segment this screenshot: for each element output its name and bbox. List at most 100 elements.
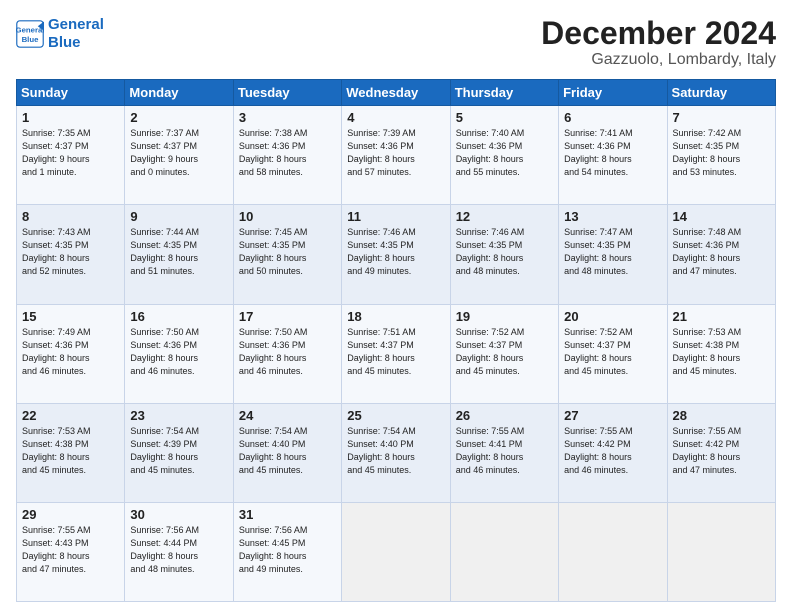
day-info: Sunrise: 7:42 AM Sunset: 4:35 PM Dayligh…	[673, 127, 771, 179]
day-cell: 22Sunrise: 7:53 AM Sunset: 4:38 PM Dayli…	[17, 403, 125, 502]
day-number: 7	[673, 110, 771, 125]
day-cell: 12 Sunrise: 7:46 AM Sunset: 4:35 PM Dayli…	[450, 205, 558, 304]
day-number: 21	[673, 309, 771, 324]
day-info: Sunrise: 7:55 AM Sunset: 4:42 PM Dayligh…	[673, 425, 771, 477]
day-number: 20	[564, 309, 662, 324]
day-number: 4	[347, 110, 445, 125]
header-tuesday: Tuesday	[233, 80, 341, 106]
day-info: Sunrise: 7:35 AM Sunset: 4:37 PM Dayligh…	[22, 127, 120, 179]
day-cell: 14Sunrise: 7:48 AM Sunset: 4:36 PM Dayli…	[667, 205, 775, 304]
day-cell: 2Sunrise: 7:37 AM Sunset: 4:37 PM Daylig…	[125, 106, 233, 205]
header-wednesday: Wednesday	[342, 80, 450, 106]
day-info: Sunrise: 7:52 AM Sunset: 4:37 PM Dayligh…	[456, 326, 554, 378]
day-cell: 16 Sunrise: 7:50 AM Sunset: 4:36 PM Dayli…	[125, 304, 233, 403]
day-info: Sunrise: 7:50 AM Sunset: 4:36 PM Dayligh…	[239, 326, 337, 378]
day-info: Sunrise: 7:45 AM Sunset: 4:35 PM Dayligh…	[239, 226, 337, 278]
header-saturday: Saturday	[667, 80, 775, 106]
header-monday: Monday	[125, 80, 233, 106]
day-info: Sunrise: 7:53 AM Sunset: 4:38 PM Dayligh…	[673, 326, 771, 378]
day-number: 24	[239, 408, 337, 423]
day-info: Sunrise: 7:55 AM Sunset: 4:41 PM Dayligh…	[456, 425, 554, 477]
day-cell: 1 Sunrise: 7:35 AM Sunset: 4:37 PM Daylig…	[17, 106, 125, 205]
week-row-2: 8 Sunrise: 7:43 AM Sunset: 4:35 PM Daylig…	[17, 205, 776, 304]
day-number: 12	[456, 209, 554, 224]
day-info: Sunrise: 7:46 AM Sunset: 4:35 PM Dayligh…	[347, 226, 445, 278]
day-number: 11	[347, 209, 445, 224]
day-cell	[559, 502, 667, 601]
day-info: Sunrise: 7:39 AM Sunset: 4:36 PM Dayligh…	[347, 127, 445, 179]
day-cell: 23Sunrise: 7:54 AM Sunset: 4:39 PM Dayli…	[125, 403, 233, 502]
day-info: Sunrise: 7:51 AM Sunset: 4:37 PM Dayligh…	[347, 326, 445, 378]
day-cell: 29 Sunrise: 7:55 AM Sunset: 4:43 PM Dayli…	[17, 502, 125, 601]
svg-text:Blue: Blue	[22, 35, 40, 44]
day-number: 18	[347, 309, 445, 324]
day-number: 16	[130, 309, 228, 324]
day-number: 17	[239, 309, 337, 324]
day-number: 30	[130, 507, 228, 522]
week-row-5: 29 Sunrise: 7:55 AM Sunset: 4:43 PM Dayli…	[17, 502, 776, 601]
page: General Blue General Blue December 2024 …	[0, 0, 792, 612]
day-cell: 30 Sunrise: 7:56 AM Sunset: 4:44 PM Dayli…	[125, 502, 233, 601]
day-info: Sunrise: 7:54 AM Sunset: 4:40 PM Dayligh…	[347, 425, 445, 477]
title-block: December 2024 Gazzuolo, Lombardy, Italy	[541, 16, 776, 69]
day-info: Sunrise: 7:54 AM Sunset: 4:40 PM Dayligh…	[239, 425, 337, 477]
day-number: 15	[22, 309, 120, 324]
day-cell: 7 Sunrise: 7:42 AM Sunset: 4:35 PM Daylig…	[667, 106, 775, 205]
day-number: 19	[456, 309, 554, 324]
day-cell	[450, 502, 558, 601]
day-info: Sunrise: 7:55 AM Sunset: 4:43 PM Dayligh…	[22, 524, 120, 576]
main-title: December 2024	[541, 16, 776, 51]
day-info: Sunrise: 7:56 AM Sunset: 4:44 PM Dayligh…	[130, 524, 228, 576]
day-cell	[667, 502, 775, 601]
day-cell: 18 Sunrise: 7:51 AM Sunset: 4:37 PM Dayli…	[342, 304, 450, 403]
header-friday: Friday	[559, 80, 667, 106]
day-number: 29	[22, 507, 120, 522]
day-cell: 27Sunrise: 7:55 AM Sunset: 4:42 PM Dayli…	[559, 403, 667, 502]
day-info: Sunrise: 7:43 AM Sunset: 4:35 PM Dayligh…	[22, 226, 120, 278]
day-cell: 28Sunrise: 7:55 AM Sunset: 4:42 PM Dayli…	[667, 403, 775, 502]
day-info: Sunrise: 7:56 AM Sunset: 4:45 PM Dayligh…	[239, 524, 337, 576]
week-row-4: 22Sunrise: 7:53 AM Sunset: 4:38 PM Dayli…	[17, 403, 776, 502]
day-number: 5	[456, 110, 554, 125]
day-cell: 15 Sunrise: 7:49 AM Sunset: 4:36 PM Dayli…	[17, 304, 125, 403]
day-info: Sunrise: 7:46 AM Sunset: 4:35 PM Dayligh…	[456, 226, 554, 278]
day-cell	[342, 502, 450, 601]
day-cell: 10 Sunrise: 7:45 AM Sunset: 4:35 PM Dayli…	[233, 205, 341, 304]
day-info: Sunrise: 7:52 AM Sunset: 4:37 PM Dayligh…	[564, 326, 662, 378]
day-number: 3	[239, 110, 337, 125]
day-cell: 11 Sunrise: 7:46 AM Sunset: 4:35 PM Dayli…	[342, 205, 450, 304]
day-cell: 21 Sunrise: 7:53 AM Sunset: 4:38 PM Dayli…	[667, 304, 775, 403]
day-cell: 20 Sunrise: 7:52 AM Sunset: 4:37 PM Dayli…	[559, 304, 667, 403]
day-number: 8	[22, 209, 120, 224]
day-cell: 3 Sunrise: 7:38 AM Sunset: 4:36 PM Daylig…	[233, 106, 341, 205]
day-info: Sunrise: 7:41 AM Sunset: 4:36 PM Dayligh…	[564, 127, 662, 179]
day-cell: 25 Sunrise: 7:54 AM Sunset: 4:40 PM Dayli…	[342, 403, 450, 502]
day-info: Sunrise: 7:55 AM Sunset: 4:42 PM Dayligh…	[564, 425, 662, 477]
day-number: 23	[130, 408, 228, 423]
logo-text: General Blue	[48, 16, 104, 52]
day-cell: 31 Sunrise: 7:56 AM Sunset: 4:45 PM Dayli…	[233, 502, 341, 601]
calendar-table: SundayMondayTuesdayWednesdayThursdayFrid…	[16, 79, 776, 602]
day-number: 31	[239, 507, 337, 522]
day-cell: 13Sunrise: 7:47 AM Sunset: 4:35 PM Dayli…	[559, 205, 667, 304]
day-cell: 17 Sunrise: 7:50 AM Sunset: 4:36 PM Dayli…	[233, 304, 341, 403]
day-number: 1	[22, 110, 120, 125]
day-number: 25	[347, 408, 445, 423]
day-info: Sunrise: 7:49 AM Sunset: 4:36 PM Dayligh…	[22, 326, 120, 378]
day-info: Sunrise: 7:37 AM Sunset: 4:37 PM Dayligh…	[130, 127, 228, 179]
day-number: 14	[673, 209, 771, 224]
day-number: 26	[456, 408, 554, 423]
day-info: Sunrise: 7:40 AM Sunset: 4:36 PM Dayligh…	[456, 127, 554, 179]
day-info: Sunrise: 7:47 AM Sunset: 4:35 PM Dayligh…	[564, 226, 662, 278]
calendar-header-row: SundayMondayTuesdayWednesdayThursdayFrid…	[17, 80, 776, 106]
day-cell: 6 Sunrise: 7:41 AM Sunset: 4:36 PM Daylig…	[559, 106, 667, 205]
day-number: 10	[239, 209, 337, 224]
day-info: Sunrise: 7:44 AM Sunset: 4:35 PM Dayligh…	[130, 226, 228, 278]
day-info: Sunrise: 7:50 AM Sunset: 4:36 PM Dayligh…	[130, 326, 228, 378]
week-row-1: 1 Sunrise: 7:35 AM Sunset: 4:37 PM Daylig…	[17, 106, 776, 205]
day-number: 6	[564, 110, 662, 125]
day-cell: 5 Sunrise: 7:40 AM Sunset: 4:36 PM Daylig…	[450, 106, 558, 205]
day-info: Sunrise: 7:38 AM Sunset: 4:36 PM Dayligh…	[239, 127, 337, 179]
day-cell: 24 Sunrise: 7:54 AM Sunset: 4:40 PM Dayli…	[233, 403, 341, 502]
day-cell: 9Sunrise: 7:44 AM Sunset: 4:35 PM Daylig…	[125, 205, 233, 304]
